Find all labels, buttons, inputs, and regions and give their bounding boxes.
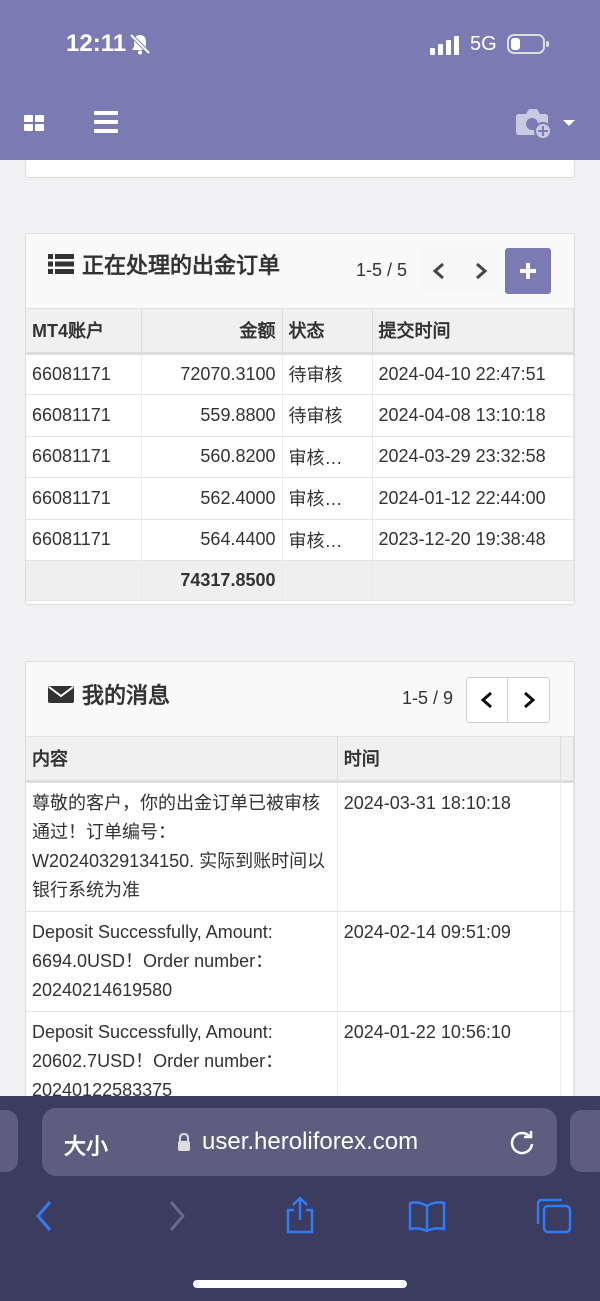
reload-icon[interactable] — [508, 1128, 536, 1156]
caret-down-icon[interactable] — [562, 118, 576, 128]
url-text[interactable]: user.heroliforex.com — [202, 1128, 418, 1156]
network-label: 5G — [470, 33, 497, 55]
menu-icon[interactable] — [92, 109, 120, 135]
col-header-account[interactable]: MT4账户 — [26, 309, 142, 355]
orders-title-text: 正在处理的出金订单 — [82, 253, 281, 278]
messages-pager: 1-5 / 9 — [402, 688, 454, 708]
cell-account: 66081171 — [26, 477, 142, 520]
chevron-right-icon — [523, 691, 535, 709]
cell-msg-time: 2024-03-31 18:10:18 — [337, 781, 562, 912]
messages-title-text: 我的消息 — [82, 683, 171, 708]
col-header-msg-time[interactable]: 时间 — [337, 737, 562, 783]
chevron-left-icon — [480, 691, 492, 709]
col-header-time[interactable]: 提交时间 — [372, 309, 574, 355]
cell-time: 2024-03-29 23:32:58 — [372, 436, 574, 478]
cell-content: Deposit Successfully, Amount: 6694.0USD！… — [26, 911, 338, 1012]
table-row[interactable]: 66081171 72070.3100 待审核 2024-04-10 22:47… — [26, 353, 574, 395]
signal-icon — [430, 36, 459, 55]
messages-next-button[interactable] — [508, 677, 550, 723]
col-header-amount[interactable]: 金额 — [141, 309, 283, 355]
grid-icon[interactable] — [24, 112, 46, 134]
chevron-right-icon — [476, 262, 488, 280]
cell-status: 审核… — [282, 519, 373, 561]
orders-pager-buttons — [418, 248, 502, 294]
cell-amount: 564.4400 — [141, 519, 283, 561]
back-icon[interactable] — [26, 1196, 66, 1236]
table-row[interactable]: Deposit Successfully, Amount: 6694.0USD！… — [26, 911, 574, 1012]
orders-panel-header: 正在处理的出金订单 1-5 / 5 — [26, 234, 574, 309]
messages-pager-buttons — [466, 677, 550, 723]
home-indicator — [193, 1280, 407, 1288]
plus-icon — [520, 263, 536, 279]
cell-time: 2024-04-08 13:10:18 — [372, 394, 574, 437]
cell-account: 66081171 — [26, 436, 142, 478]
orders-prev-button[interactable] — [418, 248, 460, 294]
total-amount: 74317.8500 — [141, 560, 283, 601]
table-row[interactable]: 66081171 560.8200 审核… 2024-03-29 23:32:5… — [26, 436, 574, 478]
next-tab-preview[interactable] — [570, 1110, 600, 1172]
envelope-icon — [48, 686, 74, 703]
cell-amount: 559.8800 — [141, 394, 283, 437]
cell-account: 66081171 — [26, 353, 142, 395]
orders-header-row: MT4账户 金额 状态 提交时间 — [26, 309, 574, 355]
cell-status: 待审核 — [282, 353, 373, 395]
address-bar[interactable]: 大小 user.heroliforex.com — [42, 1108, 557, 1176]
orders-next-button[interactable] — [460, 248, 502, 294]
lock-icon — [178, 1132, 190, 1151]
forward-icon[interactable] — [155, 1196, 195, 1236]
cell-amount: 72070.3100 — [141, 353, 283, 395]
tabs-icon[interactable] — [534, 1196, 574, 1236]
cell-time: 2024-04-10 22:47:51 — [372, 353, 574, 395]
messages-panel: 我的消息 1-5 / 9 内容 时间 尊敬的客户，你的出金订单已被审核通过！订单… — [25, 661, 575, 1141]
cell-status: 审核… — [282, 477, 373, 520]
table-row[interactable]: 66081171 562.4000 审核… 2024-01-12 22:44:0… — [26, 477, 574, 520]
withdrawal-orders-panel: 正在处理的出金订单 1-5 / 5 MT4账户 金额 状态 提交时间 66081… — [25, 233, 575, 605]
app-header: 12:11 5G — [0, 0, 600, 160]
messages-panel-header: 我的消息 1-5 / 9 — [26, 662, 574, 737]
cell-time: 2024-01-12 22:44:00 — [372, 477, 574, 520]
messages-header-row: 内容 时间 — [26, 737, 574, 783]
chevron-left-icon — [432, 262, 444, 280]
cell-status: 审核… — [282, 436, 373, 478]
cell-account: 66081171 — [26, 394, 142, 437]
add-order-button[interactable] — [505, 248, 551, 294]
cell-amount: 560.8200 — [141, 436, 283, 478]
cell-content: 尊敬的客户，你的出金订单已被审核通过！订单编号：W20240329134150.… — [26, 781, 338, 912]
battery-icon — [507, 34, 549, 54]
messages-prev-button[interactable] — [466, 677, 508, 723]
cell-account: 66081171 — [26, 519, 142, 561]
camera-add-icon[interactable] — [515, 106, 553, 140]
total-row: 74317.8500 — [26, 560, 574, 601]
status-time: 12:11 — [66, 30, 127, 57]
cell-status: 待审核 — [282, 394, 373, 437]
bell-muted-icon — [129, 33, 151, 55]
messages-title: 我的消息 — [48, 678, 170, 710]
table-row[interactable]: 66081171 564.4400 审核… 2023-12-20 19:38:4… — [26, 519, 574, 561]
cell-amount: 562.4000 — [141, 477, 283, 520]
cell-time: 2023-12-20 19:38:48 — [372, 519, 574, 561]
share-icon[interactable] — [280, 1196, 320, 1236]
orders-table: MT4账户 金额 状态 提交时间 66081171 72070.3100 待审核… — [26, 309, 574, 601]
table-row[interactable]: 66081171 559.8800 待审核 2024-04-08 13:10:1… — [26, 394, 574, 437]
orders-pager: 1-5 / 5 — [356, 260, 408, 280]
previous-tab-preview[interactable] — [0, 1110, 18, 1172]
text-size-button[interactable]: 大小 — [64, 1129, 108, 1161]
bookmarks-icon[interactable] — [407, 1196, 447, 1236]
orders-title: 正在处理的出金订单 — [48, 248, 280, 280]
messages-table: 内容 时间 尊敬的客户，你的出金订单已被审核通过！订单编号：W202403291… — [26, 737, 574, 1112]
table-row[interactable]: 尊敬的客户，你的出金订单已被审核通过！订单编号：W20240329134150.… — [26, 781, 574, 912]
col-header-content[interactable]: 内容 — [26, 737, 338, 783]
browser-toolbar: 大小 user.heroliforex.com — [0, 1096, 600, 1301]
cell-msg-time: 2024-02-14 09:51:09 — [337, 911, 562, 1012]
list-icon — [48, 254, 74, 274]
col-header-status[interactable]: 状态 — [282, 309, 373, 355]
